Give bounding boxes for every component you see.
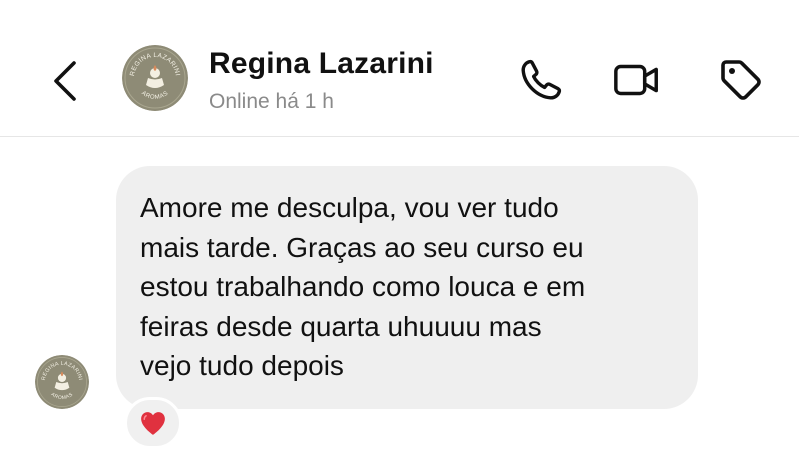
heart-reaction[interactable] (124, 397, 182, 449)
tag-button[interactable] (716, 55, 766, 105)
video-camera-icon (614, 64, 658, 96)
message-bubble[interactable]: Amore me desculpa, vou ver tudo mais tar… (116, 166, 698, 409)
back-chevron-icon (54, 61, 76, 101)
avatar-logo: REGINA LAZARINI AROMAS (35, 355, 89, 409)
message-text: Amore me desculpa, vou ver tudo mais tar… (140, 192, 586, 381)
heart-icon (141, 412, 165, 435)
contact-name[interactable]: Regina Lazarini (209, 47, 434, 81)
contact-avatar[interactable]: REGINA LAZARINI AROMAS (122, 45, 188, 111)
tag-icon (721, 60, 761, 100)
back-button[interactable] (48, 58, 82, 104)
avatar-logo: REGINA LAZARINI AROMAS (122, 45, 188, 111)
chat-header: REGINA LAZARINI AROMAS Regina Lazarini O… (0, 0, 799, 137)
online-status: Online há 1 h (209, 90, 334, 113)
phone-icon (521, 59, 562, 100)
video-call-button[interactable] (612, 55, 662, 105)
audio-call-button[interactable] (516, 55, 566, 105)
sender-avatar[interactable]: REGINA LAZARINI AROMAS (35, 355, 89, 409)
